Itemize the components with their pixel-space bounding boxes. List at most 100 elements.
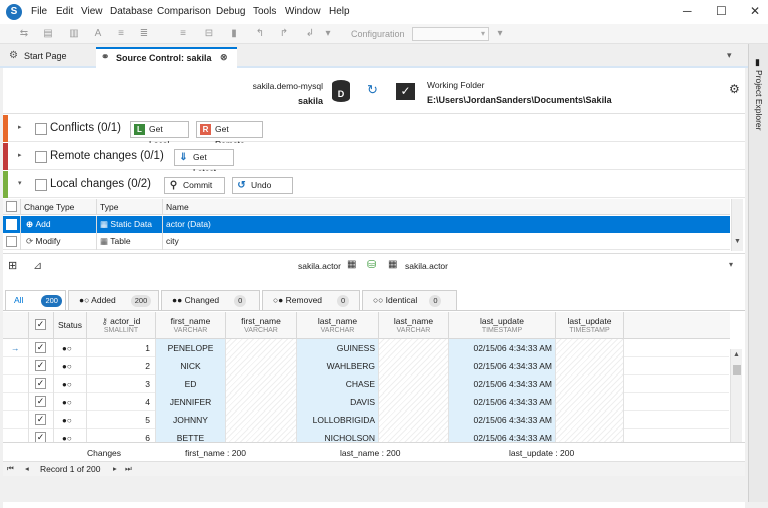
local-checkbox[interactable]: [35, 179, 47, 191]
column-last-name-left[interactable]: last_name VARCHAR: [297, 312, 379, 339]
summary-first-name: first_name : 200: [185, 448, 246, 458]
menu-tools[interactable]: Tools: [253, 6, 276, 17]
working-folder-icon: ✓: [396, 83, 415, 100]
menu-edit[interactable]: Edit: [56, 6, 73, 17]
actor-id-cell: 5: [87, 411, 156, 429]
last-update-right-cell: [556, 393, 624, 411]
row-check-cell: ✓: [29, 339, 54, 357]
row-checkbox[interactable]: [6, 236, 17, 247]
row-checkbox[interactable]: ✓: [35, 396, 46, 407]
toolbar-icon-5[interactable]: ≡: [115, 28, 127, 40]
refresh-icon[interactable]: ↻: [367, 82, 378, 98]
configuration-select[interactable]: ▾: [412, 27, 489, 41]
tab-start-page[interactable]: ⚙ Start Page: [4, 47, 86, 68]
expand-icon[interactable]: ▸: [18, 123, 22, 131]
toolbar-icon-6[interactable]: ≣: [138, 28, 150, 40]
column-actor-id[interactable]: ⚷ actor_id SMALLINT: [87, 312, 156, 339]
row-checkbox[interactable]: [6, 219, 17, 230]
chevron-down-icon[interactable]: ▾: [729, 260, 733, 269]
filter-tab-removed[interactable]: ○● Removed 0: [262, 290, 360, 310]
chevron-down-icon[interactable]: ▾: [322, 28, 334, 40]
commit-button[interactable]: ⚲ Commit: [164, 177, 225, 194]
changes-grid-scrollbar[interactable]: ▼: [731, 199, 743, 251]
data-row[interactable]: ✓ ●○ 3 ED CHASE 02/15/06 4:34:33 AM: [3, 375, 729, 393]
toolbar-icon-11[interactable]: ↲: [304, 28, 316, 40]
close-icon[interactable]: ✕: [750, 4, 760, 18]
filter-tab-changed[interactable]: ●● Changed 0: [161, 290, 260, 310]
data-row[interactable]: ✓ ●○ 4 JENNIFER DAVIS 02/15/06 4:34:33 AM: [3, 393, 729, 411]
data-row[interactable]: ✓ ●○ 2 NICK WAHLBERG 02/15/06 4:34:33 AM: [3, 357, 729, 375]
toolbar-icon-2[interactable]: ▤: [42, 28, 54, 40]
menu-debug[interactable]: Debug: [216, 6, 245, 17]
minimize-icon[interactable]: ─: [683, 4, 692, 18]
status-column-header[interactable]: Status: [54, 312, 87, 339]
bookmark-icon[interactable]: ▮: [228, 28, 240, 40]
toolbar-icon-7[interactable]: ≡: [177, 28, 189, 40]
column-change-type[interactable]: Change Type: [21, 199, 97, 215]
filter-tab-identical[interactable]: ○○ Identical 0: [362, 290, 457, 310]
menu-comparison[interactable]: Comparison: [157, 6, 211, 17]
row-check-cell: ✓: [29, 393, 54, 411]
select-all-checkbox[interactable]: [6, 201, 17, 212]
first-record-icon[interactable]: ⏮: [7, 464, 14, 474]
menu-view[interactable]: View: [81, 6, 103, 17]
project-explorer-label[interactable]: Project Explorer: [754, 70, 764, 130]
conflicts-checkbox[interactable]: [35, 123, 47, 135]
local-changes-section: ▾ Local changes (0/2) ⚲ Commit ↺ Undo: [3, 171, 745, 198]
next-record-icon[interactable]: ▸: [113, 464, 117, 473]
toolbar-icon-12[interactable]: ▾: [494, 28, 506, 40]
menu-database[interactable]: Database: [110, 6, 153, 17]
column-first-name-right[interactable]: first_name VARCHAR: [226, 312, 297, 339]
toolbar-icon-10[interactable]: ↱: [278, 28, 290, 40]
change-row-modify[interactable]: ⟳ Modify ▦ Table city: [3, 233, 730, 250]
filter-tab-added[interactable]: ●○ Added 200: [68, 290, 159, 310]
row-checkbox[interactable]: ✓: [35, 360, 46, 371]
get-latest-button[interactable]: ⇓Get Latest: [174, 149, 234, 177]
toolbar-icon-3[interactable]: ▥: [68, 28, 80, 40]
column-first-name-left[interactable]: first_name VARCHAR: [156, 312, 226, 339]
toolbar-icon-1[interactable]: ⇆: [18, 28, 30, 40]
tabs-dropdown-icon[interactable]: ▾: [727, 50, 732, 61]
column-last-update-left[interactable]: last_update TIMESTAMP: [449, 312, 556, 339]
record-position: Record 1 of 200: [40, 464, 101, 474]
scroll-thumb[interactable]: [733, 365, 741, 375]
column-last-update-right[interactable]: last_update TIMESTAMP: [556, 312, 624, 339]
row-checkbox[interactable]: ✓: [35, 342, 46, 353]
toolbar-icon-4[interactable]: A: [92, 28, 104, 40]
undo-button[interactable]: ↺ Undo: [232, 177, 293, 194]
row-checkbox[interactable]: ✓: [35, 414, 46, 425]
toolbar-icon-9[interactable]: ↰: [254, 28, 266, 40]
get-local-button[interactable]: LGet Local: [130, 121, 189, 149]
row-checkbox[interactable]: ✓: [35, 378, 46, 389]
settings-gear-icon[interactable]: ⚙: [729, 82, 740, 96]
expand-icon[interactable]: ▸: [18, 151, 22, 159]
text-view-icon[interactable]: ⊿: [33, 259, 42, 272]
menu-window[interactable]: Window: [285, 6, 321, 17]
close-tab-icon[interactable]: ⊗: [220, 52, 228, 63]
scroll-up-icon[interactable]: ▲: [733, 351, 740, 358]
check-all-checkbox[interactable]: ✓: [35, 319, 46, 330]
column-name[interactable]: Name: [163, 199, 730, 215]
tab-source-control[interactable]: ⚭ Source Control: sakila ⊗: [96, 47, 237, 68]
maximize-icon[interactable]: ☐: [716, 4, 727, 18]
menu-help[interactable]: Help: [329, 6, 350, 17]
scroll-down-icon[interactable]: ▼: [734, 238, 741, 245]
toolbar-icon-8[interactable]: ⊟: [203, 28, 215, 40]
column-type[interactable]: Type: [97, 199, 163, 215]
source-control-view: sakila.demo-mysql sakila D ↻ ✓ Working F…: [3, 68, 745, 508]
filter-tab-all[interactable]: All 200: [5, 290, 66, 310]
menu-file[interactable]: File: [31, 6, 47, 17]
grid-view-icon[interactable]: ⊞: [8, 259, 17, 272]
prev-record-icon[interactable]: ◂: [25, 464, 29, 473]
column-last-name-right[interactable]: last_name VARCHAR: [379, 312, 449, 339]
data-row[interactable]: → ✓ ●○ 1 PENELOPE GUINESS 02/15/06 4:34:33 AM: [3, 339, 729, 357]
change-row-add[interactable]: ⊕ Add ▦ Static Data actor (Data): [3, 216, 730, 233]
get-remote-button[interactable]: RGet Remote: [196, 121, 263, 149]
project-explorer-panel[interactable]: ▮ Project Explorer: [748, 44, 768, 502]
pin-icon[interactable]: ▮: [755, 57, 760, 68]
remote-checkbox[interactable]: [35, 151, 47, 163]
collapse-icon[interactable]: ▾: [18, 179, 22, 187]
working-folder-path[interactable]: E:\Users\JordanSanders\Documents\Sakila: [427, 95, 612, 105]
last-record-icon[interactable]: ⏭: [125, 464, 132, 474]
data-row[interactable]: ✓ ●○ 5 JOHNNY LOLLOBRIGIDA 02/15/06 4:34:33 A…: [3, 411, 729, 429]
